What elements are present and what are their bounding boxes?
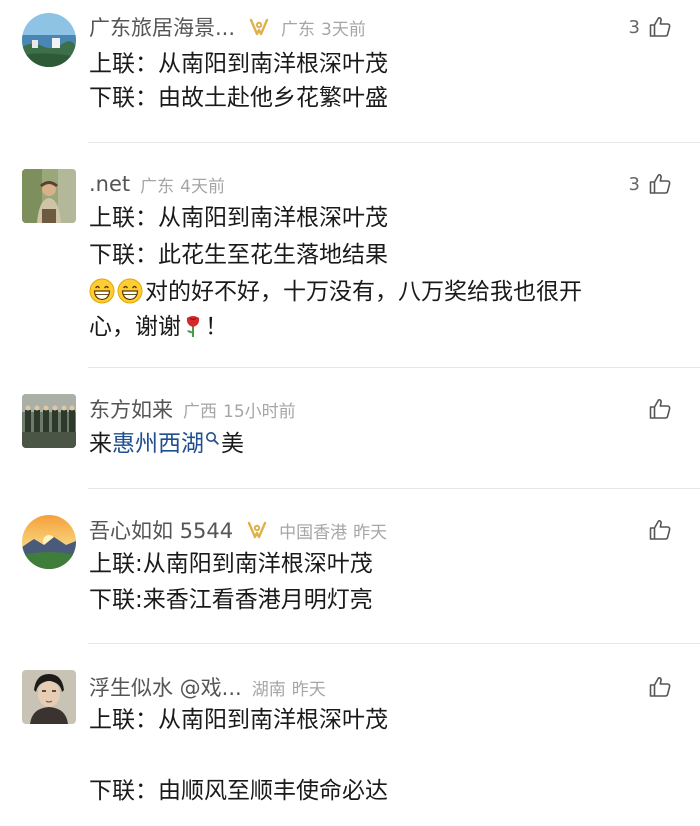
comment-item: 东方如来 广西 15小时前 来惠州西湖 美: [0, 368, 700, 488]
location: 湖南: [251, 679, 286, 700]
comment-text-line: 上联：从南阳到南洋根深叶茂: [89, 51, 388, 77]
comment-text-line: 上联：从南阳到南洋根深叶茂: [89, 205, 388, 231]
like-button[interactable]: [640, 515, 672, 545]
comment-text-line: 心，谢谢 ！: [89, 310, 228, 344]
thumbs-up-icon: [649, 520, 671, 540]
rose-emoji: [186, 316, 200, 337]
username[interactable]: 浮生似水 @戏...: [89, 672, 242, 702]
comment-meta: 广东旅居海景... 广东 3天前: [89, 12, 366, 42]
thumbs-up-icon: [649, 677, 671, 697]
like-button[interactable]: [640, 672, 672, 702]
comment-text-line: 上联:从南阳到南洋根深叶茂: [89, 551, 373, 577]
comment-text-line: 上联：从南阳到南洋根深叶茂: [89, 707, 388, 733]
comment-text-line: 下联：由顺风至顺丰使命必达: [89, 778, 388, 804]
timestamp: 昨天: [291, 679, 326, 700]
like-button[interactable]: 3: [629, 12, 672, 42]
avatar[interactable]: [22, 670, 76, 724]
like-button[interactable]: 3: [629, 169, 672, 199]
comment-text: 美: [221, 431, 244, 457]
comment-item: 广东旅居海景... 广东 3天前 3 上联：从南阳到南洋根深叶茂 下联：由故土赴…: [0, 0, 700, 142]
username[interactable]: 吾心如如 5544: [89, 515, 233, 545]
thumbs-up-icon: [649, 17, 671, 37]
location: 广东: [281, 19, 316, 40]
comment-meta: .net 广东 4天前: [89, 169, 225, 199]
comment-text-line: 下联：此花生至花生落地结果: [89, 242, 388, 268]
avatar[interactable]: [22, 169, 76, 223]
comment-text-line: 下联：由故土赴他乡花繁叶盛: [89, 85, 388, 111]
location: 广东: [140, 176, 175, 197]
comment-meta: 吾心如如 5544 中国香港 昨天: [89, 515, 387, 545]
thumbs-up-icon: [649, 174, 671, 194]
topic-link[interactable]: 惠州西湖: [112, 431, 204, 457]
thumbs-up-icon: [649, 399, 671, 419]
like-count: 3: [628, 16, 640, 38]
comment-text: ！: [205, 314, 228, 340]
gold-link-badge-icon: [247, 521, 267, 539]
avatar[interactable]: [22, 394, 76, 448]
comment-meta: 浮生似水 @戏... 湖南 昨天: [89, 672, 326, 702]
timestamp: 3天前: [321, 19, 366, 40]
avatar[interactable]: [22, 13, 76, 67]
grinning-face-emoji: [89, 278, 115, 304]
comment-item: 吾心如如 5544 中国香港 昨天 上联:从南阳到南洋根深叶茂 下联:来香江看香…: [0, 489, 700, 643]
username[interactable]: 广东旅居海景...: [89, 12, 235, 42]
comment-text: 来: [89, 431, 112, 457]
username[interactable]: 东方如来: [89, 394, 173, 424]
username[interactable]: .net: [89, 172, 130, 196]
timestamp: 昨天: [353, 522, 388, 543]
location: 中国香港: [279, 522, 348, 543]
like-count: 3: [628, 173, 640, 195]
avatar[interactable]: [22, 515, 76, 569]
timestamp: 4天前: [180, 176, 225, 197]
comment-text-line: 对的好不好，十万没有，八万奖给我也很开: [89, 275, 582, 309]
like-button[interactable]: [640, 394, 672, 424]
gold-link-badge-icon: [249, 18, 269, 36]
comment-text-line: 来惠州西湖 美: [89, 427, 244, 461]
location: 广西: [183, 401, 217, 422]
comment-meta: 东方如来 广西 15小时前: [89, 394, 296, 424]
comment-text: 对的好不好，十万没有，八万奖给我也很开: [145, 279, 582, 305]
timestamp: 15小时前: [223, 401, 296, 422]
search-icon[interactable]: [205, 431, 219, 445]
comment-item: .net 广东 4天前 3 上联：从南阳到南洋根深叶茂 下联：此花生至花生落地结…: [0, 143, 700, 367]
grinning-face-emoji: [117, 278, 143, 304]
comment-text-line: 下联:来香江看香港月明灯亮: [89, 587, 373, 613]
comment-text: 心，谢谢: [89, 314, 181, 340]
comment-item: 浮生似水 @戏... 湖南 昨天 上联：从南阳到南洋根深叶茂 下联：由顺风至顺丰…: [0, 644, 700, 826]
